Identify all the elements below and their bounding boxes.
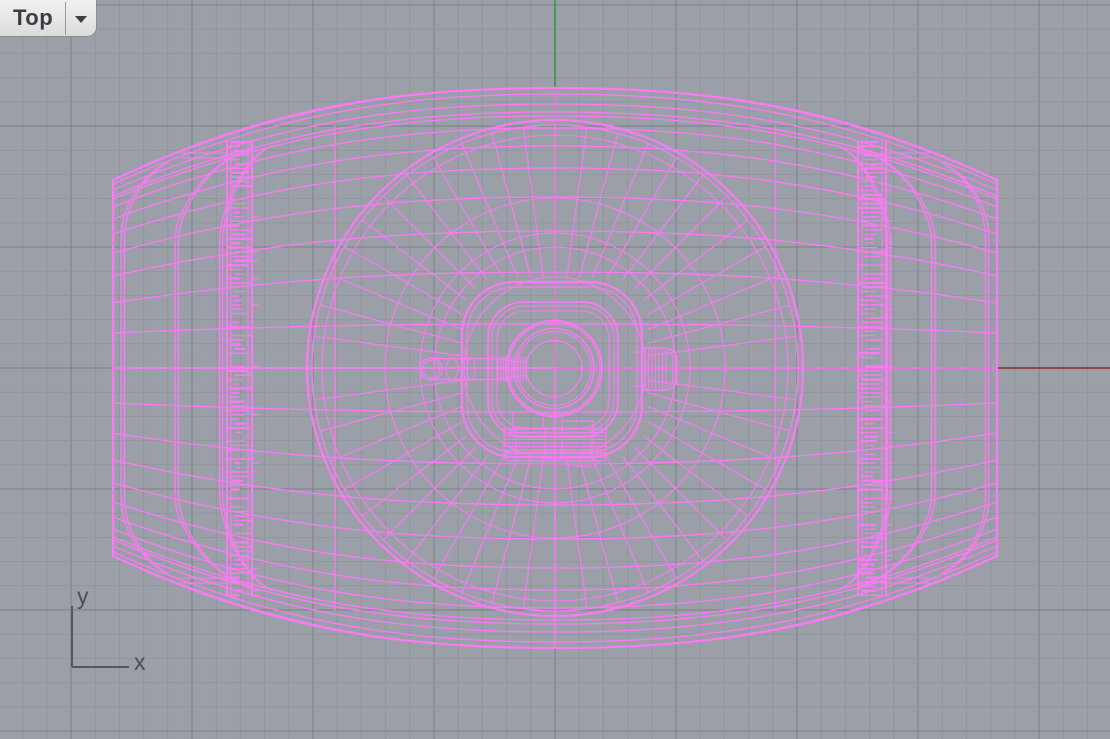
axis-label-x: x: [134, 649, 146, 675]
chevron-down-icon[interactable]: [75, 16, 87, 23]
viewport-title[interactable]: Top: [0, 5, 53, 31]
axis-gizmo-arrows: [72, 606, 129, 667]
barrel-wireframe[interactable]: [113, 88, 997, 648]
viewport-canvas[interactable]: y x: [0, 0, 1110, 739]
cad-viewport[interactable]: y x Top: [0, 0, 1110, 739]
viewport-title-tab[interactable]: Top: [0, 0, 97, 37]
axis-label-y: y: [77, 583, 89, 609]
axis-gizmo: y x: [72, 583, 146, 675]
title-divider: [65, 2, 66, 35]
